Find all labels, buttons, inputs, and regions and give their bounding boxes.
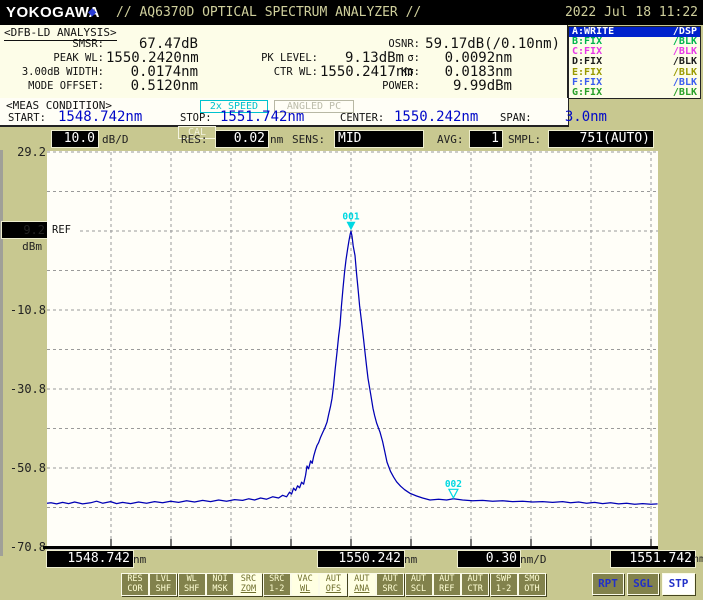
- peak-wl-label: PEAK WL:: [6, 51, 104, 65]
- xaxis-scale-unit: nm/D: [520, 553, 547, 566]
- sens-readout: MID: [335, 131, 423, 147]
- softkey-aut-src[interactable]: AUTSRC: [376, 573, 404, 596]
- ksigma-value: 0.0183nm: [424, 65, 512, 79]
- osnr-label: OSNR:: [338, 37, 420, 51]
- softkey-sgl[interactable]: SGL: [627, 573, 659, 595]
- avg-readout: 1: [470, 131, 502, 147]
- power-value: 9.99dBm: [424, 79, 512, 93]
- res-unit: nm: [270, 133, 283, 147]
- stop-label: STOP:: [180, 111, 212, 126]
- softkey-smo-oth[interactable]: SMOOTH: [518, 573, 546, 596]
- xaxis-center-unit: nm: [404, 553, 417, 566]
- softkey-wl-shf[interactable]: WLSHF: [178, 573, 206, 596]
- brand-diamond-icon: ◆: [88, 4, 96, 20]
- sigma-label: σ:: [338, 51, 420, 65]
- spectrum-plot: 001 002: [47, 151, 658, 550]
- yaxis-unit: dBm: [0, 240, 42, 253]
- smpl-label: SMPL:: [508, 133, 541, 147]
- mode-offset-value: 0.5120nm: [106, 79, 198, 93]
- left-edge-strip: [0, 150, 3, 556]
- res-readout: 0.02: [216, 131, 268, 147]
- xaxis-stop-readout: 1551.742: [611, 551, 695, 567]
- xaxis-scale-readout: 0.30: [458, 551, 520, 567]
- yaxis-tick-4: -70.8: [0, 540, 46, 554]
- level-scale-readout: 10.0: [52, 131, 98, 147]
- level-scale-unit: dB/D: [102, 133, 129, 147]
- osa-screen: YOKOGAWA ◆ // AQ6370D OPTICAL SPECTRUM A…: [0, 0, 703, 600]
- ksigma-label: Kσ:: [338, 65, 420, 79]
- xaxis-start-readout: 1548.742: [47, 551, 133, 567]
- start-value: 1548.742nm: [58, 110, 142, 125]
- yaxis-tick-1: -10.8: [0, 303, 46, 317]
- peak-marker-001-label: 001: [342, 211, 359, 222]
- span-label: SPAN:: [500, 111, 532, 126]
- power-label: POWER:: [338, 79, 420, 93]
- xaxis-stop-unit: nm: [693, 554, 703, 565]
- softkey-aut-ofs[interactable]: AUTOFS: [319, 573, 347, 596]
- smsr-label: SMSR:: [6, 37, 104, 51]
- mode-offset-label: MODE OFFSET:: [6, 79, 104, 93]
- trace-status-panel: A:WRITE/DSPB:FIX/BLKC:FIX/BLKD:FIX/BLKE:…: [568, 26, 701, 99]
- smpl-readout: 751(AUTO): [549, 131, 653, 147]
- xaxis-center-readout: 1550.242: [318, 551, 404, 567]
- meas-condition-panel: <MEAS CONDITION> 2x SPEED ANGLED PC STAR…: [0, 98, 569, 127]
- trace-mode: /BLK: [673, 57, 697, 67]
- softkey-aut-ref[interactable]: AUTREF: [433, 573, 461, 596]
- pk-level-label: PK LEVEL:: [212, 51, 318, 65]
- center-label: CENTER:: [340, 111, 384, 126]
- ctr-wl-label: CTR WL:: [212, 65, 318, 79]
- center-value: 1550.242nm: [394, 110, 478, 125]
- softkey-src-zom[interactable]: SRCZOM: [234, 573, 262, 596]
- datetime: 2022 Jul 18 11:22: [565, 5, 698, 20]
- softkey-lvl-shf[interactable]: LVLSHF: [149, 573, 177, 596]
- trace-name: D:FIX: [572, 57, 602, 67]
- yokogawa-logo: YOKOGAWA: [6, 4, 100, 21]
- softkey-res-cor[interactable]: RESCOR: [121, 573, 149, 596]
- start-label: START:: [8, 111, 46, 126]
- width-3db-label: 3.00dB WIDTH:: [6, 65, 104, 79]
- smsr-value: 67.47dB: [106, 37, 198, 51]
- stop-value: 1551.742nm: [220, 110, 304, 125]
- trace-mode: /BLK: [673, 88, 697, 98]
- app-title: // AQ6370D OPTICAL SPECTRUM ANALYZER //: [116, 5, 421, 20]
- trace-row-g[interactable]: G:FIX/BLK: [569, 88, 700, 98]
- softkey-vac-wl[interactable]: VACWL: [291, 573, 319, 596]
- osnr-value: 59.17dB(/0.10nm): [424, 37, 560, 51]
- peak-marker-002-label: 002: [445, 479, 462, 490]
- softkey-noi-msk[interactable]: NOIMSK: [206, 573, 234, 596]
- sigma-value: 0.0092nm: [424, 51, 512, 65]
- span-value: 3.0nm: [545, 110, 607, 125]
- dfb-ld-analysis-panel: <DFB-LD ANALYSIS> SMSR: 67.47dB OSNR: 59…: [0, 25, 568, 100]
- softkey-swp-1-2[interactable]: SWP1-2: [490, 573, 518, 596]
- ref-level-readout: 9.2: [2, 222, 48, 238]
- softkey-rpt[interactable]: RPT: [592, 573, 624, 595]
- xaxis-start-unit: nm: [133, 553, 146, 566]
- trace-name: G:FIX: [572, 88, 602, 98]
- res-label: RES:: [181, 133, 208, 147]
- softkey-aut-ana[interactable]: AUTANA: [348, 573, 376, 596]
- softkey-aut-scl[interactable]: AUTSCL: [405, 573, 433, 596]
- avg-label: AVG:: [437, 133, 464, 147]
- yaxis-tick-3: -50.8: [0, 461, 46, 475]
- softkey-bar: RPT SGL STP RESCORLVLSHFWLSHFNOIMSKSRCZO…: [0, 573, 703, 595]
- peak-wl-value: 1550.2420nm: [106, 51, 198, 65]
- softkey-src-1-2[interactable]: SRC1-2: [263, 573, 291, 596]
- ref-label: REF: [52, 224, 71, 236]
- width-3db-value: 0.0174nm: [106, 65, 198, 79]
- yaxis-top-label: 29.2: [0, 145, 46, 159]
- sens-label: SENS:: [292, 133, 325, 147]
- yaxis-tick-2: -30.8: [0, 382, 46, 396]
- titlebar: YOKOGAWA ◆ // AQ6370D OPTICAL SPECTRUM A…: [0, 0, 703, 25]
- softkey-aut-ctr[interactable]: AUTCTR: [461, 573, 489, 596]
- softkey-stp[interactable]: STP: [662, 573, 695, 595]
